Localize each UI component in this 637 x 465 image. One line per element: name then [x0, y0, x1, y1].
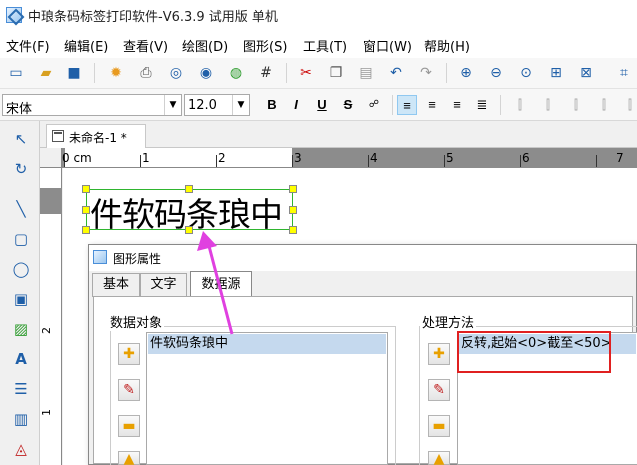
arrow-head — [197, 231, 217, 251]
arrow-shaft — [207, 245, 234, 335]
pointer-arrow-annotation — [197, 231, 234, 335]
